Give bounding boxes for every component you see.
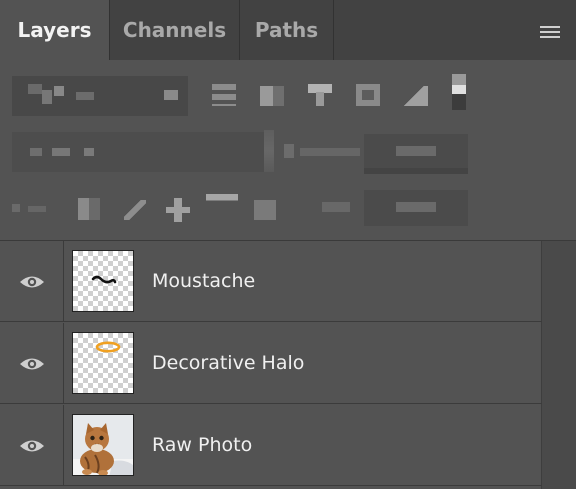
visibility-toggle[interactable] bbox=[0, 323, 64, 404]
visibility-toggle[interactable] bbox=[0, 405, 64, 486]
visibility-toggle[interactable] bbox=[0, 241, 64, 322]
layer-row-decorative-halo[interactable]: Decorative Halo bbox=[0, 323, 542, 404]
panel-tab-bar: Layers Channels Paths bbox=[0, 0, 576, 60]
smart-object-filter-icon[interactable] bbox=[404, 86, 428, 106]
lock-all-icon[interactable] bbox=[254, 200, 276, 220]
hamburger-menu-icon[interactable] bbox=[540, 26, 560, 38]
tab-paths[interactable]: Paths bbox=[240, 0, 334, 60]
lock-transparent-pixels-icon[interactable] bbox=[78, 198, 100, 220]
lock-artboard-icon[interactable] bbox=[206, 194, 238, 210]
adjustment-filter-icon[interactable] bbox=[260, 86, 284, 106]
layer-thumbnail bbox=[72, 250, 134, 312]
layer-name: Raw Photo bbox=[152, 434, 253, 456]
layer-thumbnail bbox=[72, 332, 134, 394]
halo-icon bbox=[95, 341, 121, 353]
lock-image-pixels-icon[interactable] bbox=[124, 200, 146, 220]
moustache-icon bbox=[91, 275, 117, 284]
tab-channels[interactable]: Channels bbox=[110, 0, 240, 60]
layer-name: Decorative Halo bbox=[152, 352, 305, 374]
layers-scrollbar[interactable] bbox=[541, 241, 576, 489]
eye-icon bbox=[19, 440, 44, 451]
layer-name: Moustache bbox=[152, 270, 256, 292]
blend-mode-dropdown[interactable] bbox=[12, 132, 266, 172]
eye-icon bbox=[19, 358, 44, 369]
layer-row-moustache[interactable]: Moustache bbox=[0, 241, 542, 322]
layers-list: Moustache Decorative Halo Raw Photo bbox=[0, 240, 576, 489]
layer-thumbnail bbox=[72, 414, 134, 476]
eye-icon bbox=[19, 276, 44, 287]
filter-toolbar-obscured bbox=[0, 60, 576, 240]
tab-layers[interactable]: Layers bbox=[0, 0, 110, 60]
layer-row-raw-photo[interactable]: Raw Photo bbox=[0, 405, 542, 486]
pixel-filter-icon[interactable] bbox=[212, 84, 236, 106]
layer-filter-dropdown[interactable] bbox=[12, 76, 188, 116]
cat-photo-image bbox=[73, 415, 133, 475]
filter-toggle-icon[interactable] bbox=[452, 74, 466, 110]
